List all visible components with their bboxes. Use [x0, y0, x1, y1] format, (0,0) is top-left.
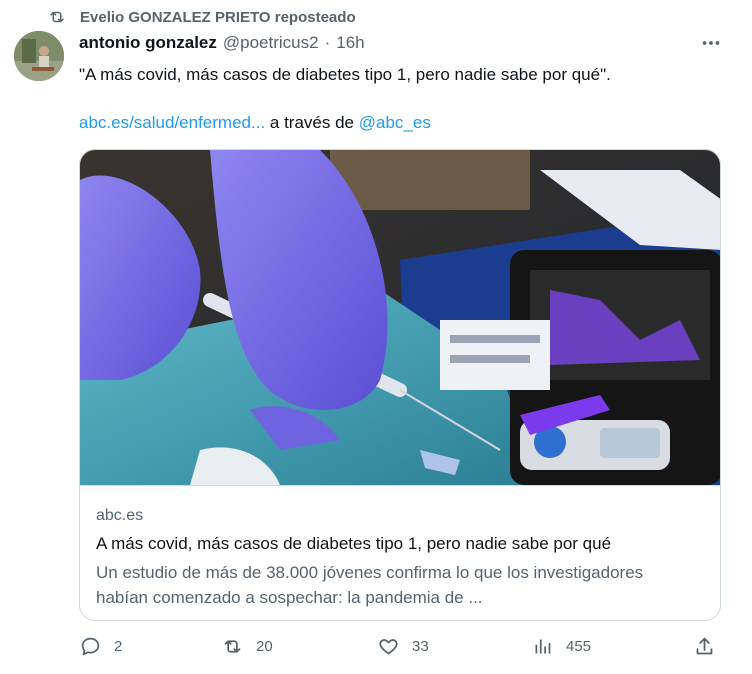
views-count: 455	[566, 638, 592, 655]
like-count: 33	[412, 638, 429, 655]
reply-button[interactable]: 2	[80, 636, 122, 657]
tweet-header: antonio gonzalez @poetricus2 · 16h	[79, 33, 365, 53]
tweet-link-line: abc.es/salud/enfermed... a través de @ab…	[79, 112, 431, 134]
repost-icon	[224, 640, 241, 653]
article-link[interactable]: abc.es/salud/enfermed...	[79, 113, 265, 132]
like-button[interactable]: 33	[378, 636, 429, 657]
card-body[interactable]: abc.es A más covid, más casos de diabete…	[80, 485, 720, 607]
analytics-icon	[535, 639, 551, 654]
heart-icon	[379, 639, 398, 655]
card-domain: abc.es	[96, 507, 144, 524]
card-title: A más covid, más casos de diabetes tipo …	[96, 534, 612, 553]
card-description: Un estudio de más de 38.000 jóvenes conf…	[96, 563, 644, 607]
views-button[interactable]: 455	[532, 636, 591, 657]
repost-icon	[50, 11, 64, 23]
share-icon	[696, 637, 713, 655]
share-button[interactable]	[694, 636, 715, 657]
reply-icon	[81, 637, 100, 656]
via-text: a través de	[269, 113, 355, 132]
repost-count: 20	[256, 638, 273, 655]
repost-indicator[interactable]: Evelio GONZALEZ PRIETO reposteado	[48, 6, 356, 28]
author-name[interactable]: antonio gonzalez	[79, 33, 217, 53]
mention-link[interactable]: @abc_es	[359, 113, 431, 132]
link-card[interactable]: abc.es A más covid, más casos de diabete…	[79, 149, 721, 621]
avatar[interactable]	[14, 31, 64, 81]
tweet-actions: 2 20 33 455	[0, 636, 752, 664]
author-handle[interactable]: @poetricus2	[223, 33, 319, 53]
separator-dot: ·	[324, 33, 331, 52]
more-options-icon[interactable]	[700, 32, 722, 54]
repost-button[interactable]: 20	[222, 636, 273, 657]
card-image[interactable]	[80, 150, 720, 485]
reply-count: 2	[114, 638, 123, 655]
tweet-time[interactable]: 16h	[336, 33, 364, 53]
tweet-text: "A más covid, más casos de diabetes tipo…	[79, 65, 611, 84]
repost-text: Evelio GONZALEZ PRIETO reposteado	[80, 8, 356, 26]
